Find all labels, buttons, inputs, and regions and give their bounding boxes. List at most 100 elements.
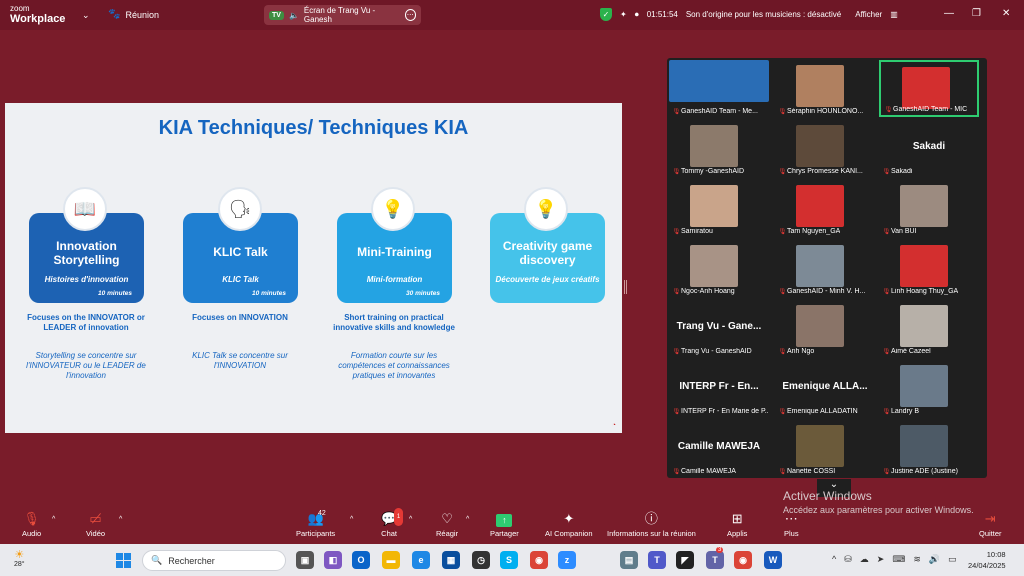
participant-tile[interactable]: Trang Vu - Gane... 🎙 Trang Vu - GaneshAID [669,300,769,357]
screen-share-indicator[interactable]: TV 🔈 Écran de Trang Vu - Ganesh ⋯ [264,5,421,25]
participant-tile[interactable]: 🎙 Tam Nguyen_GA [775,180,875,237]
photos-icon[interactable]: ▤ [620,551,638,569]
restore-icon[interactable]: ❐ [972,8,981,19]
share-label: Écran de Trang Vu - Ganesh [303,6,376,24]
participant-tile[interactable]: 🎙 GaneshAID - Minh V. H... [775,240,875,297]
participant-video [796,125,844,167]
volume-icon[interactable]: 🔊 [929,554,940,565]
participant-tile[interactable]: Sakadi 🎙 Sakadi [879,120,979,177]
chrome-profile-icon[interactable]: ◉ [734,551,752,569]
view-button[interactable]: Afficher [855,10,882,19]
meeting-info-button[interactable]: ⓘ Informations sur la réunion [607,510,696,538]
mic-muted-icon: 🎙 [778,348,787,355]
wifi-icon[interactable]: ≋ [913,554,921,565]
ai-sparkle-icon: ✦ [563,511,575,526]
mic-muted-icon: 🎙 [882,168,891,175]
search-icon: 🔍 [151,555,163,565]
participant-video [796,305,844,347]
chrome-icon[interactable]: ◉ [530,551,548,569]
mic-muted-icon: 🎙 [672,468,681,475]
participant-name-label: 🎙 Aimé Cazeel [882,348,931,355]
store-icon[interactable]: ▦ [442,551,460,569]
participant-tile[interactable]: Emenique ALLA... 🎙 Emenique ALLADATIN [775,360,875,417]
taskbar-clock[interactable]: 10:08 24/04/2025 [968,549,1006,571]
participant-tile[interactable]: 🎙 Chrys Promesse KANI... [775,120,875,177]
edge-icon[interactable]: e [412,551,430,569]
participant-video [900,185,948,227]
share-button[interactable]: ↑ Partager [490,510,519,538]
meeting-menu[interactable]: 🐾 Réunion [108,9,159,20]
windows-start-icon[interactable] [116,553,131,568]
mic-muted-icon: 🎙 [778,288,787,295]
audio-button[interactable]: 🎙 Audio [22,510,41,538]
cloud-icon[interactable]: ☁ [860,554,869,565]
battery-icon[interactable]: ▭ [948,554,957,565]
participant-video [900,305,948,347]
widgets-icon[interactable]: ◧ [324,551,342,569]
participant-tile[interactable]: 🎙 Landry B [879,360,979,417]
participant-tile[interactable]: 🎙 Linh Hoang Thuy_GA [879,240,979,297]
book-icon: 📖 [63,187,107,231]
participant-tile[interactable]: 🎙 Séraphin HOUNLONO... [775,60,875,117]
file-explorer-icon[interactable]: ▬ [382,551,400,569]
participant-name-label: 🎙 INTERP Fr - En Marie de P... [672,408,768,415]
audio-options-caret-icon[interactable]: ^ [52,516,55,523]
react-caret-icon[interactable]: ^ [466,516,469,523]
participant-tile[interactable]: 🎙 Nanette COSSI [775,420,875,477]
panel-resize-handle[interactable] [624,280,627,294]
participant-tile[interactable]: 🎙 Van BUI [879,180,979,237]
participant-display-name: Emenique ALLA... [782,381,868,392]
weather-widget[interactable]: ☀ 28° [14,548,25,568]
ai-sparkle-icon[interactable]: ✦ [620,10,627,19]
minimize-icon[interactable]: — [944,8,954,19]
original-sound-status[interactable]: Son d'origine pour les musiciens : désac… [686,10,841,19]
video-options-caret-icon[interactable]: ^ [119,516,122,523]
network-share-icon[interactable]: ⛁ [844,554,852,565]
video-button[interactable]: ▭̸ Vidéo [86,510,105,538]
task-view-icon[interactable]: ▣ [296,551,314,569]
view-grid-icon[interactable]: ▥ [890,10,898,19]
encryption-shield-icon[interactable]: ✓ [600,8,612,21]
chat-caret-icon[interactable]: ^ [409,516,412,523]
zoom-app-icon[interactable]: z [558,551,576,569]
participants-button[interactable]: 👥 42 Participants [296,510,335,538]
react-button[interactable]: ♡ Réagir [436,510,458,538]
participant-tile[interactable]: 🎙 Tommy -GaneshAID [669,120,769,177]
teams-icon[interactable]: T [648,551,666,569]
participant-name-label: 🎙 Linh Hoang Thuy_GA [882,288,959,295]
participant-tile[interactable]: 🎙 Aimé Cazeel [879,300,979,357]
mic-muted-icon: 🎙 [882,408,891,415]
chevron-up-icon[interactable]: ^ [832,554,836,565]
participant-tile[interactable]: 🎙 Anh Ngo [775,300,875,357]
teams-work-icon[interactable]: T [706,551,724,569]
participant-tile[interactable]: 🎙 Samiratou [669,180,769,237]
word-icon[interactable]: W [764,551,782,569]
more-icon[interactable]: ⋯ [404,9,416,21]
more-button[interactable]: ⋯ Plus [784,510,799,538]
capcut-icon[interactable]: ◤ [676,551,694,569]
participant-name-label: 🎙 Séraphin HOUNLONO... [778,108,864,115]
chat-button[interactable]: 💬 1 Chat [381,508,404,538]
outlook-icon[interactable]: O [352,551,370,569]
apps-button[interactable]: ⊞ Applis [727,510,747,538]
participant-tile[interactable]: 🎙 Justine ADE (Justine) [879,420,979,477]
close-icon[interactable]: ✕ [1002,8,1010,19]
mic-muted-icon: 🎙 [882,468,891,475]
quit-button[interactable]: ⇥ Quitter [979,510,1002,538]
ai-companion-button[interactable]: ✦ AI Companion [545,510,593,538]
location-icon[interactable]: ➤ [877,554,885,565]
participant-tile[interactable]: 🎙 GaneshAID Team - MIC [879,60,979,117]
participant-name-label: 🎙 Trang Vu - GaneshAID [672,348,752,355]
skype-icon[interactable]: S [500,551,518,569]
keyboard-icon[interactable]: ⌨ [892,554,905,565]
participant-tile[interactable]: INTERP Fr - En... 🎙 INTERP Fr - En Marie d… [669,360,769,417]
meeting-status: ✓ ✦ ⏺ 01:51:54 Son d'origine pour les mu… [600,8,898,21]
taskbar-search[interactable]: 🔍 Rechercher [142,550,286,571]
participants-caret-icon[interactable]: ^ [350,516,353,523]
participant-tile[interactable]: Camille MAWEJA 🎙 Camille MAWEJA [669,420,769,477]
participant-tile[interactable]: 🎙 Ngoc-Anh Hoang [669,240,769,297]
participant-video [690,125,738,167]
participant-tile[interactable]: 🎙 GaneshAID Team - Me... [669,60,769,117]
clock-app-icon[interactable]: ◷ [472,551,490,569]
chevron-down-icon[interactable]: ⌄ [82,10,90,21]
